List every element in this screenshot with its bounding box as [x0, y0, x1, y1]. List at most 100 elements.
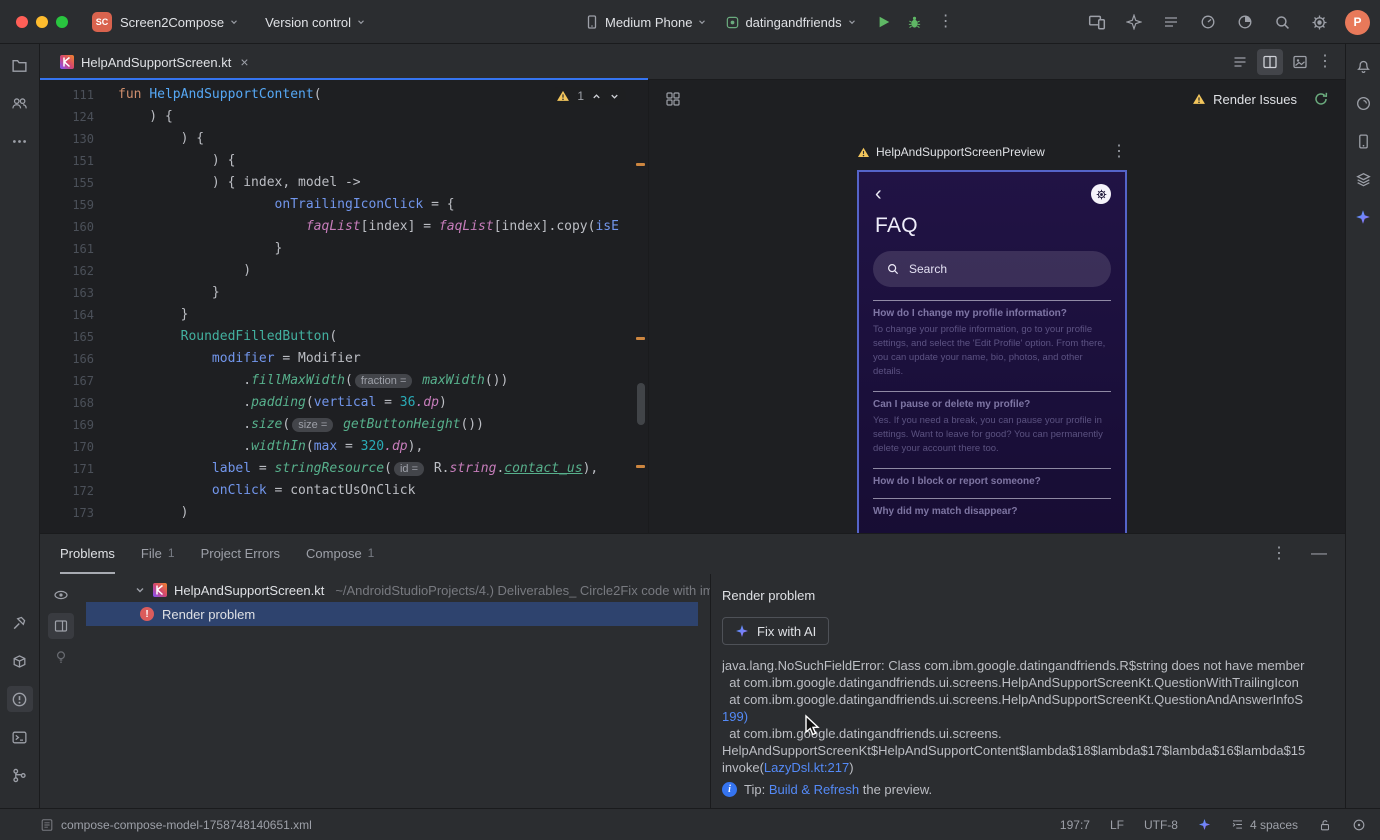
device-selector[interactable]: Medium Phone	[584, 14, 707, 30]
file-encoding[interactable]: UTF-8	[1144, 818, 1178, 832]
code-line[interactable]: 130 ) {	[40, 128, 648, 150]
user-avatar[interactable]: P	[1345, 9, 1370, 35]
close-window-button[interactable]	[16, 16, 28, 28]
zoom-window-button[interactable]	[56, 16, 68, 28]
code-token: onTrailingIconClick	[274, 197, 424, 212]
profiler-icon[interactable]	[1197, 11, 1219, 33]
code-line[interactable]: 169 .size(size = getButtonHeight())	[40, 414, 648, 436]
build-icon[interactable]	[7, 610, 33, 636]
inspection-widget[interactable]: 1	[550, 87, 626, 105]
warning-stripe-mark[interactable]	[636, 163, 645, 166]
status-file-name[interactable]: compose-compose-model-1758748140651.xml	[61, 818, 312, 832]
preview-eye-icon[interactable]	[48, 582, 74, 608]
code-editor[interactable]: 111 fun HelpAndSupportContent(124 ) {130 …	[40, 80, 648, 533]
tab-close-icon[interactable]: ×	[240, 54, 248, 70]
next-issue-chevron-down-icon[interactable]	[609, 91, 620, 102]
code-line[interactable]: 165 RoundedFilledButton(	[40, 326, 648, 348]
gradle-icon[interactable]	[1350, 90, 1376, 116]
problems-file-row[interactable]: HelpAndSupportScreen.kt ~/AndroidStudioP…	[82, 578, 710, 602]
editor-options-kebab-icon[interactable]: ⋮	[1317, 54, 1333, 70]
code-line[interactable]: 173 )	[40, 502, 648, 524]
code-line[interactable]: 151 ) {	[40, 150, 648, 172]
problems-icon[interactable]	[6, 686, 33, 712]
code-line[interactable]: 164 }	[40, 304, 648, 326]
warning-stripe-mark[interactable]	[636, 337, 645, 340]
preview-options-kebab-icon[interactable]: ⋮	[1111, 144, 1127, 160]
code-line[interactable]: 170 .widthIn(max = 320.dp),	[40, 436, 648, 458]
logcat-icon[interactable]	[1160, 11, 1182, 33]
scrollbar-thumb[interactable]	[637, 383, 645, 425]
vcs-menu[interactable]: Version control	[265, 15, 366, 30]
fix-with-ai-button[interactable]: Fix with AI	[722, 617, 830, 645]
code-line[interactable]: 124 ) {	[40, 106, 648, 128]
gemini-assistant-icon[interactable]	[1123, 11, 1145, 33]
run-button[interactable]	[877, 15, 891, 29]
version-control-icon[interactable]	[7, 762, 33, 788]
quickfix-bulb-icon[interactable]	[48, 644, 74, 670]
code-token: (	[305, 395, 314, 410]
render-issues-button[interactable]: Render Issues	[1192, 92, 1297, 107]
app-insights-icon[interactable]	[1234, 11, 1256, 33]
resource-manager-icon[interactable]	[1350, 166, 1376, 192]
running-devices-icon[interactable]	[1086, 11, 1108, 33]
tab-file[interactable]: File 1	[141, 534, 175, 574]
code-line[interactable]: 159 onTrailingIconClick = {	[40, 194, 648, 216]
gemini-star-icon[interactable]	[1350, 204, 1376, 230]
view-split-icon[interactable]	[1257, 49, 1283, 75]
search-icon[interactable]	[1271, 11, 1293, 33]
code-line[interactable]: 160 faqList[index] = faqList[index].copy…	[40, 216, 648, 238]
code-line[interactable]: 166 modifier = Modifier	[40, 348, 648, 370]
more-actions-kebab-icon[interactable]: ⋮	[938, 14, 954, 30]
code-line[interactable]: 168 .padding(vertical = 36.dp)	[40, 392, 648, 414]
debug-button[interactable]	[907, 15, 922, 30]
code-line[interactable]: 171 label = stringResource(id = R.string…	[40, 458, 648, 480]
device-manager-icon[interactable]	[1350, 128, 1376, 154]
settings-gear-icon[interactable]	[1308, 11, 1330, 33]
collaborators-icon[interactable]	[7, 90, 33, 116]
code-line[interactable]: 167 .fillMaxWidth(fraction = maxWidth())	[40, 370, 648, 392]
code-line[interactable]: 155 ) { index, model ->	[40, 172, 648, 194]
more-tool-windows-icon[interactable]	[7, 128, 33, 154]
preview-label-row[interactable]: HelpAndSupportScreenPreview ⋮	[857, 144, 1127, 160]
refresh-preview-icon[interactable]	[1313, 91, 1329, 107]
ide-status-indicator-icon[interactable]	[1352, 818, 1366, 832]
editor-scrollbar[interactable]	[636, 80, 646, 533]
terminal-icon[interactable]	[7, 724, 33, 750]
run-config-selector[interactable]: datingandfriends	[725, 15, 856, 30]
stack-link[interactable]: 199)	[722, 709, 748, 724]
code-line[interactable]: 162 )	[40, 260, 648, 282]
ai-status-star-icon[interactable]	[1198, 818, 1211, 831]
hide-panel-icon[interactable]: —	[1311, 545, 1327, 563]
view-code-icon[interactable]	[1227, 49, 1253, 75]
problems-header: Problems File 1 Project Errors Compose 1 ⋮ —	[40, 534, 1345, 574]
tip-link[interactable]: Build & Refresh	[769, 782, 859, 797]
caret-position[interactable]: 197:7	[1060, 818, 1090, 832]
project-folder-icon[interactable]	[7, 52, 33, 78]
open-editor-preview-icon[interactable]	[48, 613, 74, 639]
stack-link[interactable]: LazyDsl.kt:217	[764, 760, 849, 775]
tab-project-errors[interactable]: Project Errors	[201, 534, 280, 574]
panel-options-kebab-icon[interactable]: ⋮	[1271, 546, 1287, 562]
prev-issue-chevron-up-icon[interactable]	[591, 91, 602, 102]
tab-compose[interactable]: Compose 1	[306, 534, 374, 574]
code-line[interactable]: 172 onClick = contactUsOnClick	[40, 480, 648, 502]
render-problem-row[interactable]: ! Render problem	[86, 602, 698, 626]
minimize-window-button[interactable]	[36, 16, 48, 28]
warning-stripe-mark[interactable]	[636, 465, 645, 468]
code-line[interactable]: 161 }	[40, 238, 648, 260]
project-menu[interactable]: Screen2Compose	[120, 15, 239, 30]
line-separator[interactable]: LF	[1110, 818, 1124, 832]
indent-setting[interactable]: 4 spaces	[1231, 818, 1298, 832]
code-line[interactable]: 163 }	[40, 282, 648, 304]
tab-problems[interactable]: Problems	[60, 534, 115, 574]
back-icon: ‹	[875, 183, 882, 205]
chevron-down-icon[interactable]	[134, 584, 146, 596]
panel-splitter[interactable]	[710, 574, 711, 808]
gallery-view-icon[interactable]	[665, 91, 681, 107]
compose-preview-frame[interactable]: ‹ FAQ Search How do I change my profile …	[857, 170, 1127, 533]
packages-icon[interactable]	[7, 648, 33, 674]
notifications-bell-icon[interactable]	[1350, 52, 1376, 78]
view-design-icon[interactable]	[1287, 49, 1313, 75]
file-lock-icon[interactable]	[1318, 818, 1332, 832]
editor-tab-helpandsupportscreen[interactable]: HelpAndSupportScreen.kt ×	[50, 44, 259, 80]
